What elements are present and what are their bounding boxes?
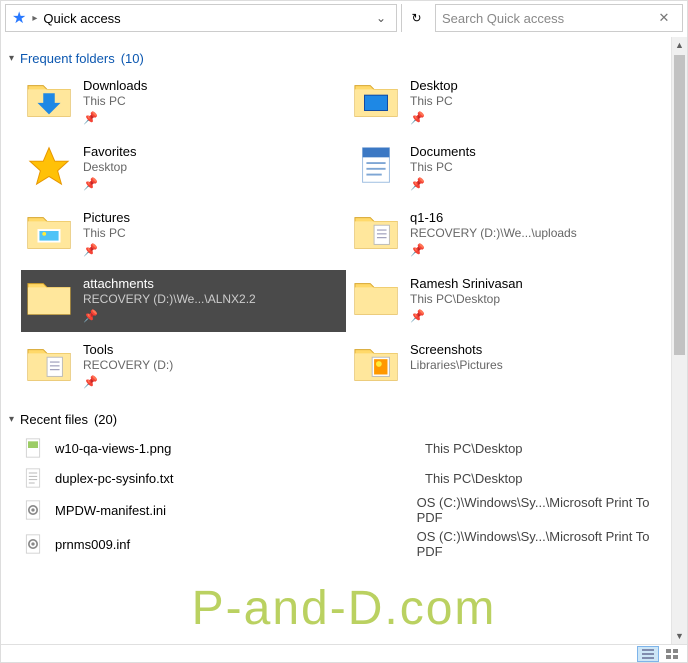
folder-location: RECOVERY (D:)\We...\uploads <box>410 226 577 240</box>
folder-name: Favorites <box>83 144 136 159</box>
pin-icon: 📌 <box>83 111 147 125</box>
folder-location: Desktop <box>83 160 136 174</box>
chevron-right-icon: ▸ <box>32 13 37 24</box>
folder-name: Tools <box>83 342 173 357</box>
file-row[interactable]: duplex-pc-sysinfo.txt This PC\Desktop <box>7 463 673 493</box>
folder-item[interactable]: q1-16RECOVERY (D:)\We...\uploads 📌 <box>348 204 673 266</box>
folder-item[interactable]: PicturesThis PC 📌 <box>21 204 346 266</box>
pin-icon: 📌 <box>410 309 523 323</box>
downloads-icon <box>25 76 73 122</box>
documents-icon <box>352 142 400 188</box>
section-count: (10) <box>121 51 144 66</box>
desktop-icon <box>352 76 400 122</box>
folder-name: attachments <box>83 276 256 291</box>
folder-location: RECOVERY (D:) <box>83 358 173 372</box>
scroll-thumb[interactable] <box>674 55 685 355</box>
vertical-scrollbar[interactable]: ▲ ▼ <box>671 37 687 644</box>
folder-location: This PC <box>410 94 458 108</box>
file-location: This PC\Desktop <box>425 441 523 456</box>
folder-name: q1-16 <box>410 210 577 225</box>
file-icon <box>21 435 45 461</box>
file-row[interactable]: w10-qa-views-1.png This PC\Desktop <box>7 433 673 463</box>
folder-name: Screenshots <box>410 342 503 357</box>
file-icon <box>21 497 45 523</box>
section-count: (20) <box>94 412 117 427</box>
folder-item[interactable]: Ramesh SrinivasanThis PC\Desktop 📌 <box>348 270 673 332</box>
folder-icon <box>352 274 400 320</box>
pin-icon: 📌 <box>83 177 136 191</box>
file-icon <box>21 465 45 491</box>
folder-location: This PC <box>83 226 130 240</box>
folder-name: Downloads <box>83 78 147 93</box>
address-bar[interactable]: ★ ▸ Quick access ⌄ <box>5 4 397 32</box>
file-row[interactable]: MPDW-manifest.ini OS (C:)\Windows\Sy...\M… <box>7 493 673 527</box>
pictures-icon <box>25 208 73 254</box>
scroll-down-icon[interactable]: ▼ <box>672 628 687 644</box>
history-dropdown-icon[interactable]: ⌄ <box>368 5 394 31</box>
file-name: duplex-pc-sysinfo.txt <box>55 471 415 486</box>
refresh-button[interactable]: ↻ <box>401 4 431 32</box>
pin-icon: 📌 <box>83 375 173 389</box>
file-location: OS (C:)\Windows\Sy...\Microsoft Print To… <box>417 529 673 559</box>
folder-item[interactable]: DownloadsThis PC 📌 <box>21 72 346 134</box>
status-bar <box>1 644 687 662</box>
pin-icon: 📌 <box>83 243 130 257</box>
folder-item[interactable]: ScreenshotsLibraries\Pictures <box>348 336 673 398</box>
section-label: Recent files <box>20 412 88 427</box>
favorites-icon <box>25 142 73 188</box>
collapse-icon[interactable]: ▾ <box>9 53 14 64</box>
pin-icon: 📌 <box>410 243 577 257</box>
folder-item[interactable]: DocumentsThis PC 📌 <box>348 138 673 200</box>
content-pane: ▾ Frequent folders (10) DownloadsThis PC… <box>1 37 677 662</box>
clear-search-icon[interactable]: ✕ <box>652 10 676 26</box>
recent-files-header[interactable]: ▾ Recent files (20) <box>7 398 673 433</box>
folder-item[interactable]: ToolsRECOVERY (D:) 📌 <box>21 336 346 398</box>
folder-item[interactable]: attachmentsRECOVERY (D:)\We...\ALNX2.2 📌 <box>21 270 346 332</box>
file-name: prnms009.inf <box>55 537 407 552</box>
search-input[interactable] <box>442 11 648 26</box>
pin-icon: 📌 <box>83 309 256 323</box>
collapse-icon[interactable]: ▾ <box>9 414 14 425</box>
folder-icon <box>25 274 73 320</box>
pin-icon: 📌 <box>410 111 458 125</box>
frequent-folders-header[interactable]: ▾ Frequent folders (10) <box>7 43 673 72</box>
folder-location: Libraries\Pictures <box>410 358 503 372</box>
folder-name: Desktop <box>410 78 458 93</box>
folder-name: Documents <box>410 144 476 159</box>
address-title: Quick access <box>43 11 362 26</box>
folder-doc-icon <box>25 340 73 386</box>
folder-location: This PC\Desktop <box>410 292 523 306</box>
folder-item[interactable]: FavoritesDesktop 📌 <box>21 138 346 200</box>
quick-access-icon: ★ <box>12 8 26 28</box>
details-view-button[interactable] <box>637 646 659 662</box>
folder-doc-icon <box>352 208 400 254</box>
file-location: This PC\Desktop <box>425 471 523 486</box>
folder-pic-icon <box>352 340 400 386</box>
folder-location: This PC <box>410 160 476 174</box>
file-location: OS (C:)\Windows\Sy...\Microsoft Print To… <box>417 495 673 525</box>
section-label: Frequent folders <box>20 51 115 66</box>
large-icons-view-button[interactable] <box>661 646 683 662</box>
scroll-up-icon[interactable]: ▲ <box>672 37 687 53</box>
search-box[interactable]: ✕ <box>435 4 683 32</box>
folder-location: This PC <box>83 94 147 108</box>
folder-name: Pictures <box>83 210 130 225</box>
pin-icon: 📌 <box>410 177 476 191</box>
folder-location: RECOVERY (D:)\We...\ALNX2.2 <box>83 292 256 306</box>
folder-name: Ramesh Srinivasan <box>410 276 523 291</box>
file-row[interactable]: prnms009.inf OS (C:)\Windows\Sy...\Micros… <box>7 527 673 561</box>
file-name: MPDW-manifest.ini <box>55 503 407 518</box>
file-icon <box>21 531 45 557</box>
folder-item[interactable]: DesktopThis PC 📌 <box>348 72 673 134</box>
file-name: w10-qa-views-1.png <box>55 441 415 456</box>
